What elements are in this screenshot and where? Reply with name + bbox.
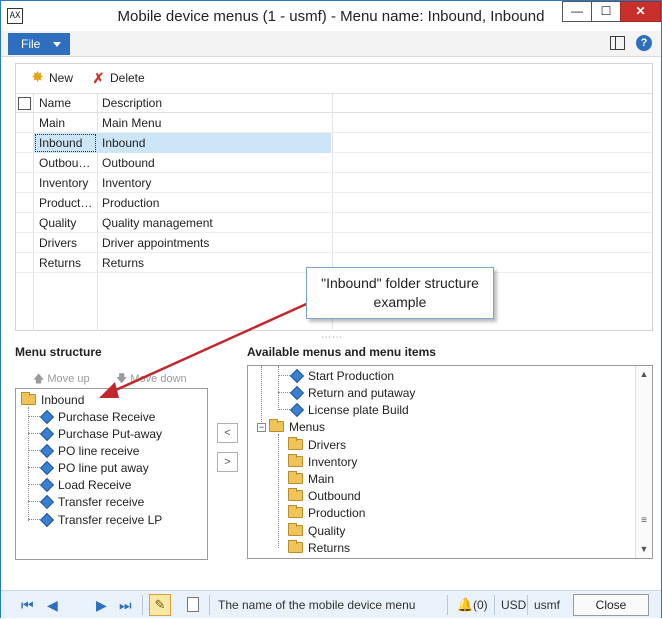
attachments-icon[interactable] — [187, 597, 199, 612]
divider — [209, 595, 210, 615]
divider — [142, 595, 143, 615]
previous-record-icon[interactable]: ◀ — [47, 597, 58, 613]
mobile-device-menus-window: AX Mobile device menus (1 - usmf) - Menu… — [0, 0, 662, 618]
first-record-icon[interactable]: ⏮ — [21, 597, 34, 613]
field-help-text: The name of the mobile device menu — [218, 598, 416, 612]
currency-indicator[interactable]: USD — [501, 598, 526, 612]
last-record-icon[interactable]: ⏭ — [119, 597, 132, 613]
callout-line-2: example — [373, 294, 427, 310]
bell-icon[interactable]: 🔔 — [457, 597, 473, 613]
next-record-icon[interactable]: ▶ — [96, 597, 107, 613]
edit-mode-button[interactable]: ✎ — [149, 594, 171, 616]
callout-line-1: "Inbound" folder structure — [321, 275, 479, 291]
divider — [527, 595, 528, 615]
close-button[interactable]: Close — [573, 594, 649, 616]
company-indicator[interactable]: usmf — [534, 598, 560, 612]
status-bar: ⏮ ◀ ▶ ⏭ ✎ The name of the mobile device … — [1, 590, 661, 618]
divider — [447, 595, 448, 615]
notification-count[interactable]: (0) — [473, 598, 488, 612]
annotation-callout: "Inbound" folder structure example — [306, 267, 494, 319]
divider — [494, 595, 495, 615]
